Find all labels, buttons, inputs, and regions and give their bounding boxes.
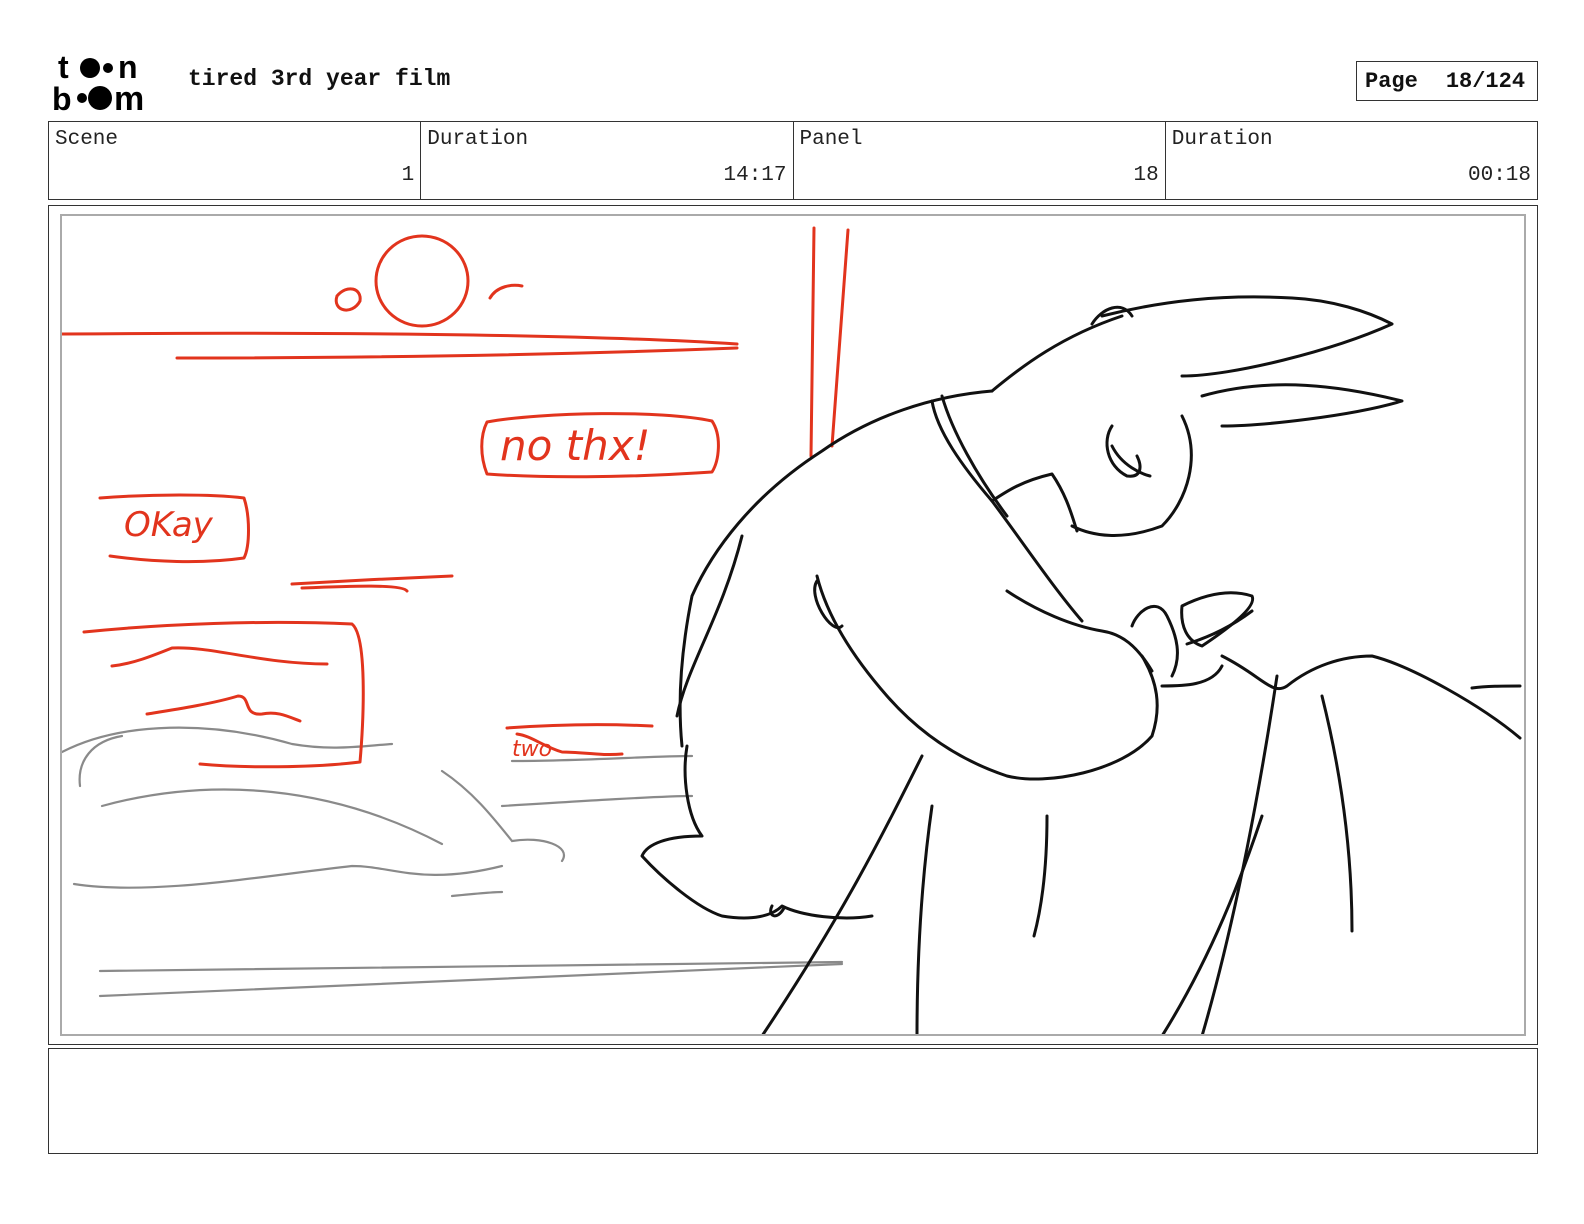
red-layout-sketch (62, 226, 850, 769)
background-sketch (62, 726, 844, 998)
scene-cell: Scene 1 (49, 122, 422, 199)
scene-duration-cell: Duration 14:17 (421, 122, 794, 199)
project-title: tired 3rd year film (188, 66, 451, 92)
panel-drawing-area: no thx! OKay two (60, 214, 1526, 1036)
bubble-okay-text: OKay (124, 505, 214, 545)
page-label: Page (1365, 68, 1418, 94)
panel-notes-box[interactable] (48, 1048, 1538, 1154)
bubble-no-thx-text: no thx! (500, 421, 650, 470)
panel-duration-label: Duration (1171, 128, 1273, 151)
scene-duration-label: Duration (427, 128, 529, 151)
character-sketch (640, 295, 1522, 1034)
page-indicator: Page 18/124 (1356, 61, 1538, 101)
panel-duration-cell: Duration 00:18 (1166, 122, 1537, 199)
scene-value: 1 (401, 164, 415, 187)
scene-label: Scene (55, 128, 119, 151)
panel-value: 18 (1133, 164, 1159, 187)
scribble-two-text: two (512, 737, 552, 762)
scene-info-strip: Scene 1 Duration 14:17 Panel 18 Duration… (48, 121, 1538, 200)
red-lettering: no thx! OKay two (124, 421, 650, 762)
toon-boom-logo: t n b m (52, 49, 164, 118)
page-number: 18/124 (1445, 68, 1526, 94)
panel-sketch: no thx! OKay two (62, 226, 1522, 1034)
storyboard-panel: no thx! OKay two (48, 205, 1538, 1045)
svg-text:t: t (58, 50, 69, 85)
scene-duration-value: 14:17 (723, 164, 787, 187)
svg-text:b: b (52, 81, 72, 112)
panel-cell: Panel 18 (794, 122, 1166, 199)
svg-text:m: m (114, 80, 144, 112)
panel-duration-value: 00:18 (1467, 164, 1531, 187)
logo-graphic: t n b m (52, 49, 144, 118)
panel-label: Panel (799, 128, 863, 151)
